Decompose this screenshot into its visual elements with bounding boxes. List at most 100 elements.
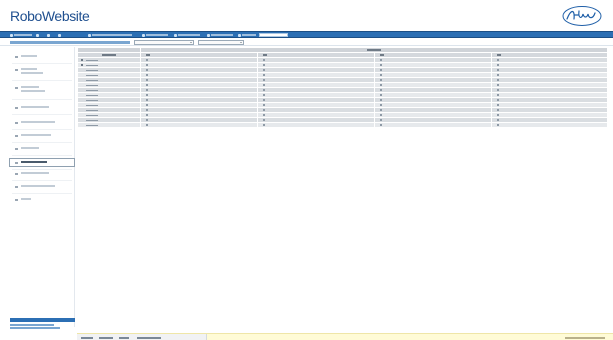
row-label <box>86 64 98 67</box>
sidebar-item-label <box>20 198 31 201</box>
sidebar-item-6[interactable] <box>10 134 74 137</box>
cell-value <box>380 79 382 82</box>
cell-value <box>497 79 499 82</box>
status-item[interactable] <box>119 336 129 339</box>
cell-value <box>263 84 265 87</box>
search-icon <box>238 33 241 37</box>
column-header-label <box>146 54 150 57</box>
cell-value <box>146 89 148 92</box>
row-label <box>86 59 98 62</box>
user-icon <box>10 33 13 37</box>
cell-value <box>263 69 265 72</box>
sidebar-item-4[interactable] <box>10 106 74 109</box>
cell-value <box>263 94 265 97</box>
table-row[interactable] <box>77 122 608 128</box>
table-cell[interactable] <box>257 122 375 128</box>
cell-value <box>263 99 265 102</box>
cell-value <box>263 64 265 67</box>
status-item[interactable] <box>137 336 161 339</box>
toolbar-item-8[interactable] <box>207 33 233 38</box>
gear-icon <box>174 33 177 37</box>
cell-value <box>380 89 382 92</box>
list-icon <box>88 33 91 37</box>
sidebar-item-8[interactable] <box>9 158 75 167</box>
sidebar-footer-title <box>10 318 75 322</box>
sidebar-item-9[interactable] <box>10 172 74 175</box>
cell-value <box>380 109 382 112</box>
cell-value <box>146 64 148 67</box>
divider <box>12 193 72 194</box>
filter-select-1[interactable] <box>134 40 194 45</box>
bullet-icon <box>15 147 18 150</box>
cell-value <box>380 84 382 87</box>
table-cell[interactable] <box>140 122 258 128</box>
cell-value <box>263 119 265 122</box>
table-cell[interactable] <box>374 122 492 128</box>
breadcrumb[interactable] <box>10 41 130 44</box>
status-item[interactable] <box>99 336 113 339</box>
brand-logo[interactable] <box>562 5 602 27</box>
toolbar-item-4[interactable] <box>58 33 66 38</box>
cell-value <box>146 84 148 87</box>
page-title: RoboWebsite <box>10 9 90 23</box>
row-label <box>86 99 98 102</box>
cell-value <box>263 114 265 117</box>
divider <box>12 114 72 115</box>
toolbar-item-2[interactable] <box>36 33 44 38</box>
sidebar-item-10[interactable] <box>10 185 74 188</box>
cell-value <box>146 99 148 102</box>
toolbar-item-1[interactable] <box>10 33 32 38</box>
toolbar-item-3[interactable] <box>47 33 55 38</box>
table-row-label-cell[interactable] <box>77 122 141 128</box>
divider <box>12 169 72 170</box>
status-right-text <box>565 336 605 339</box>
status-bar <box>77 333 613 340</box>
filter-select-2[interactable] <box>198 40 244 45</box>
table-cell[interactable] <box>491 122 608 128</box>
bullet-icon <box>15 161 18 164</box>
folder-icon <box>36 33 39 37</box>
toolbar-item-9[interactable] <box>238 33 256 38</box>
status-bar-left <box>77 334 207 340</box>
page-subtitle <box>10 23 150 26</box>
toolbar-label <box>178 34 200 37</box>
cell-value <box>263 79 265 82</box>
cell-value <box>146 59 148 62</box>
cell-value <box>497 119 499 122</box>
toolbar-label <box>146 34 168 37</box>
row-label <box>86 79 98 82</box>
sidebar-item-11[interactable] <box>10 198 74 201</box>
sidebar-item-1[interactable] <box>10 55 74 58</box>
sidebar-footer-link-2[interactable] <box>10 326 60 329</box>
expand-icon[interactable] <box>81 64 83 67</box>
cell-value <box>263 124 265 127</box>
grid-icon <box>142 33 145 37</box>
sidebar-footer-link-1[interactable] <box>10 323 54 326</box>
row-label <box>86 119 98 122</box>
expand-icon[interactable] <box>81 59 83 62</box>
sidebar-item-3[interactable] <box>10 86 74 92</box>
cell-value <box>380 104 382 107</box>
search-input[interactable] <box>259 33 288 38</box>
sidebar-item-label <box>20 147 39 150</box>
toolbar-item-5[interactable] <box>88 33 132 38</box>
cell-value <box>146 74 148 77</box>
sidebar-item-5[interactable] <box>10 121 74 124</box>
sidebar-item-label <box>20 134 51 137</box>
cell-value <box>146 109 148 112</box>
bullet-icon <box>15 121 18 124</box>
toolbar-item-6[interactable] <box>142 33 168 38</box>
column-header-label <box>497 54 501 57</box>
cell-value <box>497 124 499 127</box>
cell-value <box>380 59 382 62</box>
status-item[interactable] <box>81 336 93 339</box>
cell-value <box>380 119 382 122</box>
sidebar-item-2[interactable] <box>10 68 74 74</box>
sidebar-item-7[interactable] <box>10 147 74 150</box>
cell-value <box>146 119 148 122</box>
toolbar-item-7[interactable] <box>174 33 200 38</box>
table-body <box>77 57 608 128</box>
bullet-icon <box>15 55 18 58</box>
divider <box>12 180 72 181</box>
cell-value <box>497 64 499 67</box>
